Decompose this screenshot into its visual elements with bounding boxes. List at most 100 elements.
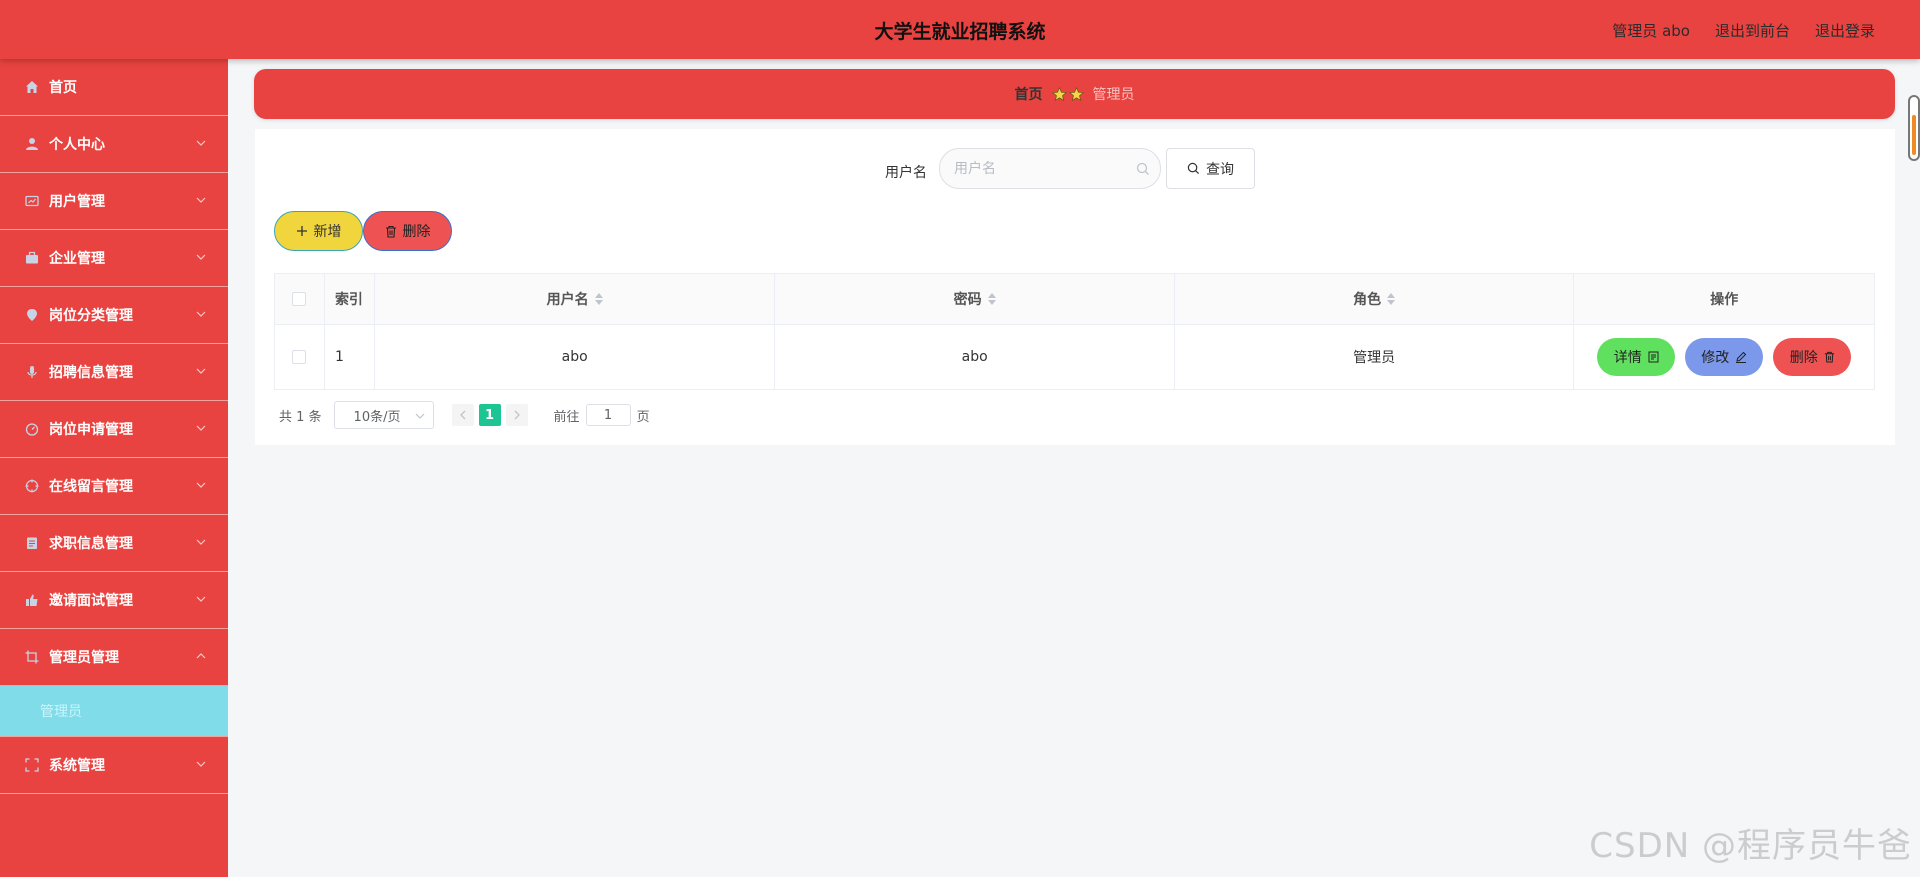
- next-page-button[interactable]: [505, 404, 528, 426]
- chevron-down-icon: [196, 539, 206, 545]
- cell-ops: 详情 修改 删除: [1574, 325, 1874, 389]
- sort-icon[interactable]: [987, 293, 996, 305]
- pagination-total: 共 1 条: [279, 409, 322, 425]
- detail-button-label: 详情: [1613, 350, 1642, 366]
- row-checkbox[interactable]: [292, 350, 307, 364]
- search-label: 用户名: [885, 165, 927, 181]
- add-button[interactable]: 新增: [274, 211, 363, 251]
- chevron-down-icon: [196, 596, 206, 602]
- select-all-checkbox[interactable]: [292, 292, 307, 306]
- header-password[interactable]: 密码: [775, 274, 1175, 324]
- chevron-down-icon: [196, 368, 206, 374]
- sidebar: 首页 个人中心 用户管理 企业管理 岗位分类管理 招聘信息管理 岗位申请管理 在…: [0, 59, 228, 877]
- row-delete-button[interactable]: 删除: [1773, 338, 1852, 376]
- page-scrollbar[interactable]: [1908, 95, 1920, 161]
- sidebar-item-admin-management[interactable]: 管理员管理: [0, 629, 228, 686]
- table-header-row: 索引 用户名 密码 角色 操作: [275, 274, 1874, 325]
- bulk-delete-button[interactable]: 删除: [363, 211, 452, 251]
- query-button[interactable]: 查询: [1166, 148, 1255, 189]
- thumb-icon: [24, 592, 40, 608]
- logout-link[interactable]: 退出登录: [1815, 20, 1875, 41]
- sidebar-item-personal-center[interactable]: 个人中心: [0, 116, 228, 173]
- sidebar-item-label: 岗位分类管理: [49, 308, 133, 324]
- sidebar-item-job-seeking-info-management[interactable]: 求职信息管理: [0, 515, 228, 572]
- watermark: CSDN @程序员牛爸: [1589, 826, 1912, 866]
- sidebar-item-label: 招聘信息管理: [49, 365, 133, 381]
- page-size-value: 10条/页: [353, 409, 401, 425]
- sidebar-item-label: 企业管理: [49, 251, 105, 267]
- chevron-down-icon: [196, 140, 206, 146]
- stopwatch-icon: [24, 421, 40, 437]
- sort-icon[interactable]: [1387, 293, 1396, 305]
- sidebar-item-label: 用户管理: [49, 194, 105, 210]
- breadcrumb-current: 管理员: [1092, 87, 1135, 103]
- sidebar-item-home[interactable]: 首页: [0, 59, 228, 116]
- breadcrumb: 首页 管理员: [254, 69, 1895, 119]
- row-checkbox-cell: [275, 325, 325, 389]
- edit-button[interactable]: 修改: [1685, 338, 1764, 376]
- sidebar-subitem-admin[interactable]: 管理员: [0, 686, 228, 737]
- microphone-icon: [24, 364, 40, 380]
- chevron-down-icon: [415, 413, 424, 419]
- sidebar-item-system-management[interactable]: 系统管理: [0, 737, 228, 794]
- page-number-1[interactable]: 1: [478, 404, 501, 426]
- page-size-select[interactable]: 10条/页: [333, 401, 434, 429]
- sidebar-subitem-label: 管理员: [40, 704, 82, 720]
- user-icon: [24, 136, 40, 152]
- document-icon: [24, 535, 40, 551]
- page-suffix: 页: [636, 409, 650, 425]
- sidebar-item-job-application-management[interactable]: 岗位申请管理: [0, 401, 228, 458]
- sort-icon[interactable]: [594, 293, 603, 305]
- full-screen-icon: [24, 757, 40, 773]
- chevron-down-icon: [196, 761, 206, 767]
- user-card-icon: [24, 193, 40, 209]
- sidebar-item-label: 系统管理: [49, 758, 105, 774]
- location-icon: [24, 307, 40, 323]
- header-ops: 操作: [1710, 292, 1739, 308]
- header-role[interactable]: 角色: [1175, 274, 1575, 324]
- top-header: 大学生就业招聘系统 管理员 abo 退出到前台 退出登录: [0, 0, 1920, 59]
- table-row: 1 abo abo 管理员 详情 修改 删除: [275, 325, 1874, 389]
- chevron-up-icon: [196, 653, 206, 659]
- header-username[interactable]: 用户名: [375, 274, 776, 324]
- sidebar-item-label: 在线留言管理: [49, 479, 133, 495]
- header-index: 索引: [325, 274, 375, 324]
- document-icon: [1648, 351, 1659, 363]
- current-user-label[interactable]: 管理员 abo: [1612, 20, 1690, 41]
- goto-page-input[interactable]: [585, 404, 631, 426]
- prev-page-button[interactable]: [451, 404, 474, 426]
- breadcrumb-separator: [1051, 86, 1084, 102]
- chevron-left-icon: [459, 410, 466, 420]
- chevron-down-icon: [196, 197, 206, 203]
- briefcase-icon: [24, 250, 40, 266]
- row-delete-button-label: 删除: [1789, 350, 1818, 366]
- sidebar-item-job-category-management[interactable]: 岗位分类管理: [0, 287, 228, 344]
- sidebar-item-recruitment-info-management[interactable]: 招聘信息管理: [0, 344, 228, 401]
- chevron-down-icon: [196, 425, 206, 431]
- edit-button-label: 修改: [1701, 350, 1730, 366]
- cell-username: abo: [375, 325, 776, 389]
- sidebar-item-interview-invitation-management[interactable]: 邀请面试管理: [0, 572, 228, 629]
- detail-button[interactable]: 详情: [1597, 338, 1676, 376]
- sidebar-item-label: 首页: [49, 80, 77, 96]
- star-icon: [1051, 86, 1067, 101]
- search-icon: [1136, 162, 1149, 175]
- chevron-down-icon: [196, 311, 206, 317]
- aim-icon: [24, 478, 40, 494]
- goto-label: 前往: [553, 409, 580, 425]
- add-button-label: 新增: [313, 224, 342, 240]
- username-search-input[interactable]: [954, 159, 1124, 179]
- crop-icon: [24, 649, 40, 665]
- header-username-label: 用户名: [546, 292, 589, 308]
- sidebar-item-user-management[interactable]: 用户管理: [0, 173, 228, 230]
- exit-to-front-link[interactable]: 退出到前台: [1715, 20, 1790, 41]
- scrollbar-thumb[interactable]: [1912, 115, 1916, 155]
- sidebar-item-label: 管理员管理: [49, 650, 119, 666]
- breadcrumb-home[interactable]: 首页: [1015, 84, 1043, 104]
- cell-role: 管理员: [1175, 325, 1575, 389]
- sidebar-item-enterprise-management[interactable]: 企业管理: [0, 230, 228, 287]
- search-icon: [1187, 162, 1200, 175]
- cell-password: abo: [775, 325, 1175, 389]
- search-field[interactable]: [939, 148, 1161, 189]
- sidebar-item-online-message-management[interactable]: 在线留言管理: [0, 458, 228, 515]
